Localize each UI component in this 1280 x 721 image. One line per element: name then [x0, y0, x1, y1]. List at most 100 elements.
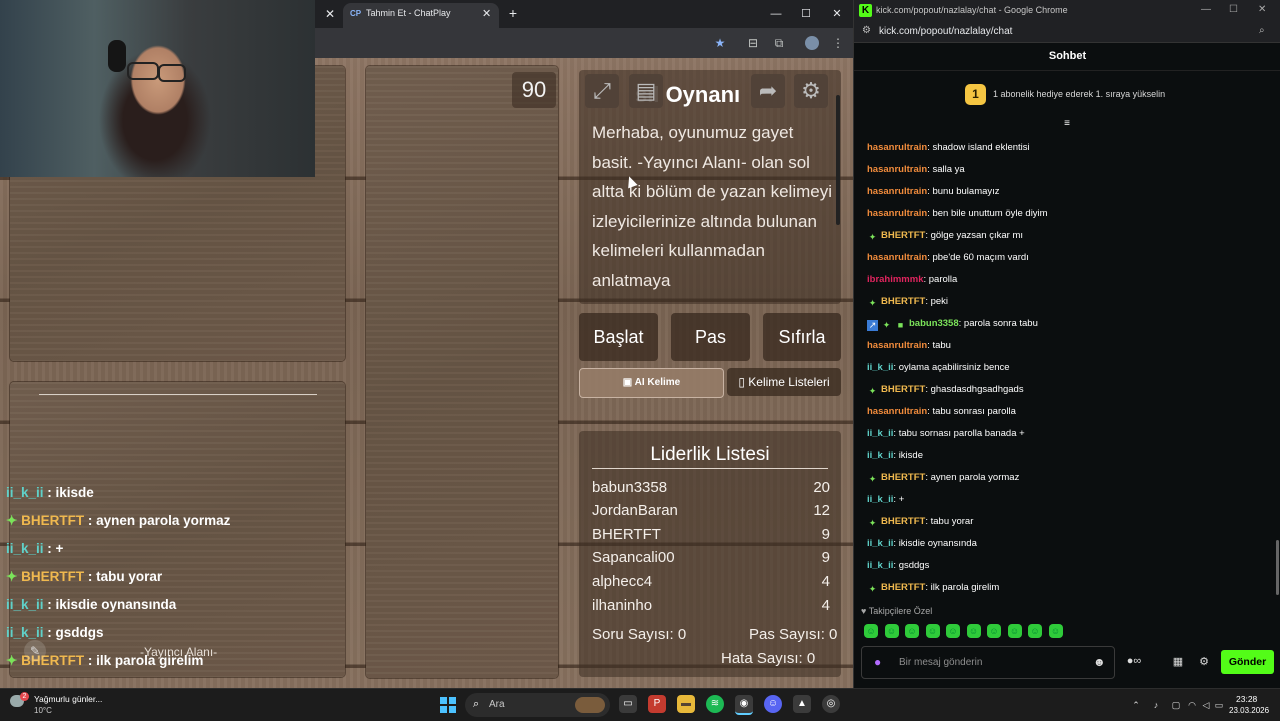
chat-username[interactable]: ii_k_ii — [867, 450, 893, 461]
gift-banner[interactable]: 1 1 abonelik hediye ederek 1. sıraya yük… — [854, 80, 1280, 110]
notes-icon[interactable]: ▤ — [629, 74, 663, 108]
site-settings-icon[interactable]: ⚙ — [862, 25, 871, 36]
windows-start-icon[interactable] — [440, 697, 456, 713]
chat-username[interactable]: babun3358 — [909, 318, 959, 329]
chat-message-text: : aynen parola yormaz — [925, 472, 1020, 483]
emoji-icon[interactable]: ☻ — [1093, 655, 1106, 669]
maximize-button[interactable]: ☐ — [1229, 4, 1238, 15]
clock-date[interactable]: 23.03.2026 — [1229, 706, 1269, 715]
export-icon[interactable]: ➦ — [751, 74, 785, 108]
chat-username[interactable]: ii_k_ii — [867, 560, 893, 571]
close-window-button[interactable]: ✕ — [827, 6, 847, 22]
discord-icon[interactable]: ☺ — [764, 695, 782, 713]
chat-username[interactable]: BHERTFT — [881, 516, 925, 527]
people-icon[interactable]: ●∞ — [1126, 655, 1142, 669]
display-icon[interactable]: ▢ — [1170, 699, 1182, 711]
star-icon[interactable]: ★ — [712, 35, 728, 51]
zoom-search-icon[interactable]: ⌕ — [1259, 25, 1265, 36]
chat-url[interactable]: kick.com/popout/nazlalay/chat — [879, 26, 1012, 37]
chat-username[interactable]: BHERTFT — [881, 472, 925, 483]
chrome-icon[interactable]: ◉ — [735, 695, 753, 715]
extensions-icon[interactable]: ⧉ — [771, 35, 787, 51]
emote-icon[interactable]: ☺ — [1007, 624, 1022, 638]
wifi-icon[interactable]: ◠ — [1186, 699, 1198, 711]
microphone-tray-icon[interactable]: ♪ — [1150, 699, 1162, 711]
translate-icon[interactable]: ⊟ — [745, 35, 761, 51]
word-lists-button[interactable]: ▯ Kelime Listeleri — [727, 368, 841, 396]
app-icon[interactable]: ▲ — [793, 695, 811, 713]
clock-time[interactable]: 23:28 — [1236, 694, 1257, 704]
rules-scrollbar[interactable] — [836, 95, 840, 225]
chat-username[interactable]: hasanrultrain — [867, 340, 927, 351]
player-name: ilhaninho — [592, 597, 653, 614]
chat-username[interactable]: ibrahimmmk — [867, 274, 924, 285]
chat-username[interactable]: ii_k_ii — [867, 362, 893, 373]
chat-username[interactable]: hasanrultrain — [867, 186, 927, 197]
chat-username[interactable]: ii_k_ii — [867, 428, 893, 439]
overlay-message-text: : tabu yorar — [84, 569, 163, 584]
profile-avatar[interactable] — [805, 36, 819, 50]
menu-dots-icon[interactable]: ⋮ — [830, 35, 846, 51]
chat-username[interactable]: hasanrultrain — [867, 208, 927, 219]
chat-username[interactable]: BHERTFT — [881, 582, 925, 593]
store-icon[interactable]: ▦ — [1170, 655, 1186, 669]
tray-chevron-icon[interactable]: ⌃ — [1130, 699, 1142, 711]
emote-icon[interactable]: ☺ — [1028, 624, 1042, 638]
close-window-button[interactable]: ✕ — [1258, 4, 1266, 15]
error-count: Hata Sayısı: 0 — [721, 650, 816, 667]
overlay-username: ii_k_ii — [6, 625, 44, 640]
emote-icon[interactable]: ☺ — [925, 624, 940, 638]
overlay-message-text: : ikisde — [43, 485, 94, 500]
battery-icon[interactable]: ▭ — [1213, 699, 1225, 711]
spotify-icon[interactable]: ≋ — [706, 695, 724, 713]
chat-scrollbar[interactable] — [1276, 540, 1279, 595]
chat-username[interactable]: BHERTFT — [881, 296, 925, 307]
chat-username[interactable]: hasanrultrain — [867, 406, 927, 417]
presentation-app-icon[interactable]: P — [648, 695, 666, 713]
chat-filter-icon[interactable]: ≡ — [1060, 118, 1074, 130]
chat-message-text: : oylama açabilirsiniz bence — [893, 362, 1010, 373]
tab-game[interactable]: CP Tahmin Et - ChatPlay ✕ — [343, 3, 499, 28]
chat-settings-icon[interactable]: ⚙ — [1196, 655, 1212, 669]
microphone-icon[interactable]: ● — [874, 655, 881, 669]
chat-username[interactable]: ii_k_ii — [867, 538, 893, 549]
player-score: 9 — [821, 549, 830, 566]
tab-close-icon[interactable]: ✕ — [482, 7, 491, 20]
emote-icon[interactable]: ☺ — [905, 624, 919, 638]
search-icon: ⌕ — [473, 698, 480, 710]
chat-username[interactable]: BHERTFT — [881, 230, 925, 241]
chat-username[interactable]: hasanrultrain — [867, 142, 927, 153]
new-tab-button[interactable]: + — [505, 6, 521, 22]
task-view-icon[interactable]: ▭ — [619, 695, 637, 713]
taskbar-search[interactable]: ⌕ Ara — [465, 693, 610, 717]
minimize-button[interactable]: — — [1201, 4, 1211, 15]
obs-icon[interactable]: ◎ — [822, 695, 840, 713]
minimize-button[interactable]: — — [766, 6, 786, 22]
reset-button[interactable]: Sıfırla — [763, 313, 841, 361]
emote-icon[interactable]: ☺ — [966, 624, 981, 638]
ai-word-button[interactable]: ▣ AI Kelime — [579, 368, 724, 398]
settings-gear-icon[interactable]: ⚙ — [794, 74, 828, 108]
emote-icon[interactable]: ☺ — [987, 624, 1001, 638]
emote-icon[interactable]: ☺ — [864, 624, 878, 638]
close-icon[interactable]: ✕ — [322, 6, 338, 22]
volume-icon[interactable]: ◁ — [1200, 699, 1212, 711]
emote-icon[interactable]: ☺ — [884, 624, 899, 638]
maximize-button[interactable]: ☐ — [796, 6, 816, 22]
chat-address-bar[interactable]: ⚙ kick.com/popout/nazlalay/chat ⌕ — [854, 22, 1280, 43]
pencil-icon[interactable]: ✎ — [24, 640, 46, 662]
chat-username[interactable]: BHERTFT — [881, 384, 925, 395]
emote-icon[interactable]: ☺ — [946, 624, 960, 638]
start-button[interactable]: Başlat — [579, 313, 658, 361]
chat-username[interactable]: hasanrultrain — [867, 252, 927, 263]
weather-temp: 10°C — [34, 706, 52, 715]
file-explorer-icon[interactable]: ▬ — [677, 695, 695, 713]
chat-username[interactable]: ii_k_ii — [867, 494, 893, 505]
weather-title[interactable]: Yağmurlu günler... — [34, 694, 102, 704]
fullscreen-icon[interactable]: ⤢ — [585, 74, 619, 108]
send-button[interactable]: Gönder — [1221, 650, 1274, 674]
pass-button[interactable]: Pas — [671, 313, 750, 361]
chat-username[interactable]: hasanrultrain — [867, 164, 927, 175]
emote-icon[interactable]: ☺ — [1048, 624, 1063, 638]
message-input[interactable]: ● Bir mesaj gönderin ☻ — [861, 646, 1115, 679]
